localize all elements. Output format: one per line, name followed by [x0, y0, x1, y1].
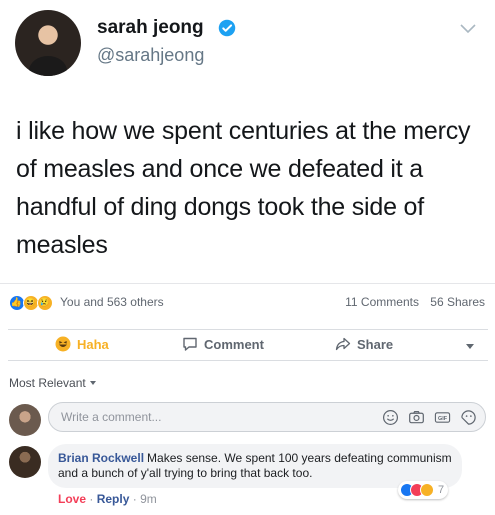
comment-sort-dropdown[interactable]: Most Relevant: [9, 376, 96, 390]
current-user-avatar[interactable]: [9, 404, 41, 436]
post-actions-bar: Haha Comment Share: [8, 329, 488, 361]
tweet-text: i like how we spent centuries at the mer…: [16, 117, 471, 259]
haha-icon: [55, 336, 71, 352]
reaction-icons[interactable]: 👍 😆 😢: [9, 295, 59, 311]
share-button[interactable]: Share: [335, 336, 393, 352]
camera-icon[interactable]: [408, 409, 425, 426]
reply-link[interactable]: Reply: [97, 492, 130, 506]
shares-count[interactable]: 56 Shares: [430, 295, 485, 309]
comment-timestamp[interactable]: 9m: [140, 492, 157, 506]
comment-reactions[interactable]: 7: [398, 481, 449, 499]
comment-input-placeholder[interactable]: Write a comment...: [61, 410, 161, 424]
meta-separator: ·: [89, 492, 94, 506]
sort-label: Most Relevant: [9, 376, 86, 390]
post-stats-bar: 👍 😆 😢 You and 563 others 11 Comments 56 …: [0, 283, 495, 317]
tweet-author-name[interactable]: sarah jeong: [97, 17, 204, 39]
comment-composer[interactable]: Write a comment... GIF: [48, 402, 486, 432]
comment-author[interactable]: Brian Rockwell: [58, 451, 144, 465]
chevron-down-icon[interactable]: [460, 24, 476, 34]
comment-body: Brian Rockwell Makes sense. We spent 100 …: [58, 451, 453, 481]
comment-meta: Love · Reply · 9m: [58, 492, 157, 506]
haha-reaction-icon: [420, 483, 434, 497]
comments-count[interactable]: 11 Comments: [345, 295, 419, 309]
reactors-count[interactable]: You and 563 others: [60, 295, 164, 309]
haha-reaction-button[interactable]: Haha: [55, 336, 109, 352]
share-label: Share: [357, 336, 394, 352]
emoji-icon[interactable]: [382, 409, 399, 426]
gif-icon[interactable]: GIF: [434, 409, 451, 426]
commenter-avatar[interactable]: [9, 446, 41, 478]
composer-tools: GIF: [382, 409, 477, 426]
tweet-card: sarah jeong @sarahjeong i like how we sp…: [0, 0, 495, 283]
verified-badge-icon: [218, 19, 236, 37]
tweet-author-handle[interactable]: @sarahjeong: [97, 45, 204, 66]
comment-reaction-count: 7: [438, 484, 445, 496]
share-icon: [335, 337, 351, 351]
svg-text:GIF: GIF: [438, 416, 448, 422]
haha-label: Haha: [77, 336, 109, 352]
meta-separator: ·: [132, 492, 137, 506]
post-footer: 👍 😆 😢 You and 563 others 11 Comments 56 …: [0, 283, 495, 515]
comment-icon: [183, 337, 197, 351]
sad-reaction-icon: 😢: [37, 295, 53, 311]
comment-bubble: Brian Rockwell Makes sense. We spent 100 …: [48, 444, 462, 488]
engagement-counts: 11 Comments 56 Shares: [345, 295, 485, 309]
sticker-icon[interactable]: [460, 409, 477, 426]
tweet-author-avatar[interactable]: [15, 10, 81, 76]
share-dropdown-caret-icon[interactable]: [466, 344, 474, 349]
love-reaction-link[interactable]: Love: [58, 492, 86, 506]
comment-button[interactable]: Comment: [182, 336, 264, 352]
caret-down-icon: [89, 381, 96, 385]
comment-label: Comment: [204, 336, 264, 352]
